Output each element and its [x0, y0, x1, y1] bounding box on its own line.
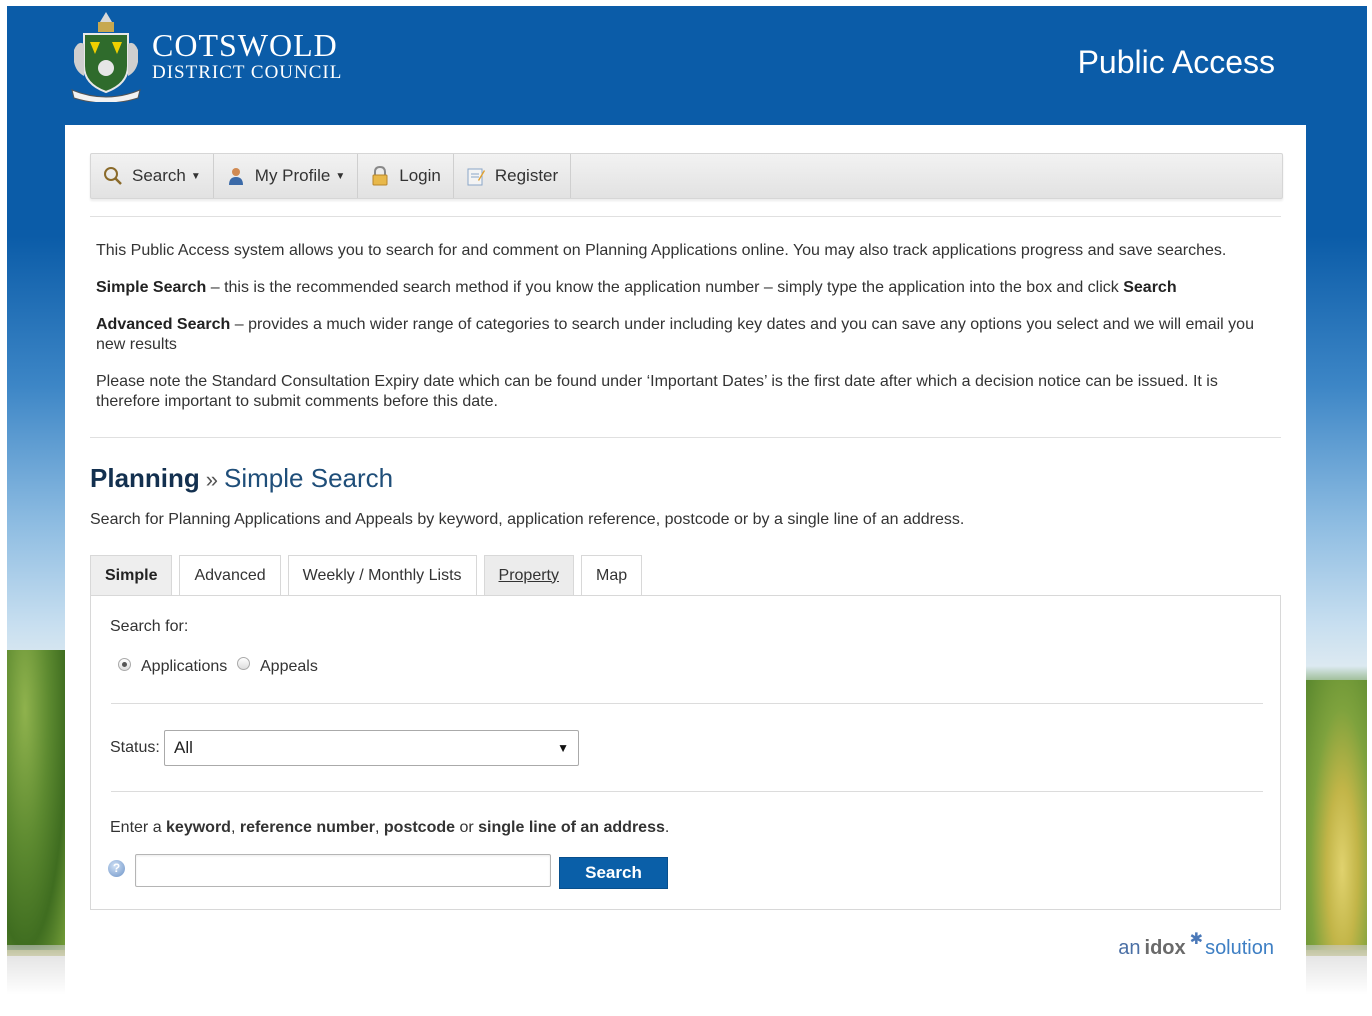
search-button[interactable]: Search	[559, 857, 668, 889]
brand-an: an	[1118, 937, 1141, 959]
intro-simple-search: Simple Search – this is the recommended …	[96, 278, 1266, 298]
divider	[90, 437, 1281, 438]
site-title: Public Access	[1077, 44, 1275, 80]
page-title: Planning» Simple Search	[90, 463, 393, 494]
tab-map[interactable]: Map	[580, 555, 643, 595]
caret-down-icon: ▼	[190, 170, 201, 182]
council-crest-icon	[70, 10, 142, 104]
divider	[111, 791, 1263, 792]
lock-icon	[372, 166, 388, 186]
nav-login-label: Login	[399, 166, 441, 185]
nav-profile-label: My Profile	[254, 166, 331, 185]
brand-idox: idox	[1144, 937, 1186, 959]
nav-register[interactable]: Register	[454, 154, 572, 198]
council-logo[interactable]: COTSWOLD DISTRICT COUNCIL	[70, 10, 343, 104]
nav-login[interactable]: Login	[358, 154, 454, 198]
search-tabs: Simple Advanced Weekly / Monthly Lists P…	[90, 555, 649, 595]
council-name-line1: COTSWOLD	[152, 27, 338, 63]
intro-text: This Public Access system allows you to …	[96, 241, 1266, 429]
search-input[interactable]	[135, 854, 551, 887]
divider	[111, 703, 1263, 704]
status-label: Status:	[110, 739, 160, 756]
council-name-line2: DISTRICT COUNCIL	[152, 62, 343, 83]
status-selected-value: All	[174, 738, 193, 757]
keyword-instructions: Enter a keyword, reference number, postc…	[110, 819, 669, 837]
advanced-search-term: Advanced Search	[96, 316, 231, 333]
tab-property[interactable]: Property	[483, 555, 574, 595]
instr-text: Enter a	[110, 819, 167, 836]
intro-paragraph: This Public Access system allows you to …	[96, 242, 1227, 259]
help-icon[interactable]: ?	[108, 860, 125, 877]
tab-advanced[interactable]: Advanced	[179, 555, 281, 595]
divider	[90, 216, 1281, 217]
tab-weekly-monthly-lists[interactable]: Weekly / Monthly Lists	[287, 555, 477, 595]
instr-text: ,	[230, 819, 240, 836]
page-description: Search for Planning Applications and App…	[90, 511, 965, 528]
search-for-label: Search for:	[110, 618, 189, 635]
simple-search-term: Simple Search	[96, 279, 207, 296]
idox-star-icon: ✱	[1189, 931, 1204, 948]
landscape-right	[1305, 680, 1367, 950]
instr-text: or	[455, 819, 479, 836]
search-term: Search	[1123, 279, 1177, 296]
breadcrumb-separator: »	[205, 467, 219, 492]
radio-applications-label[interactable]: Applications	[141, 658, 227, 676]
radio-appeals[interactable]	[237, 657, 250, 670]
register-form-icon	[467, 168, 485, 186]
magnifier-icon	[104, 167, 122, 185]
breadcrumb-planning[interactable]: Planning	[90, 463, 200, 493]
main-panel: Search ▼ My Profile ▼ Login Register Thi…	[65, 125, 1306, 1016]
brand-solution: solution	[1205, 937, 1274, 959]
radio-appeals-label[interactable]: Appeals	[260, 658, 318, 676]
caret-down-icon: ▼	[335, 170, 346, 182]
advanced-search-desc: – provides a much wider range of categor…	[96, 316, 1254, 353]
intro-advanced-search: Advanced Search – provides a much wider …	[96, 315, 1266, 355]
nav-search-menu[interactable]: Search ▼	[91, 154, 214, 198]
user-icon	[228, 168, 243, 185]
intro-consultation-note: Please note the Standard Consultation Ex…	[96, 373, 1218, 410]
instr-address: single line of an address	[478, 819, 665, 836]
instr-keyword: keyword	[166, 819, 231, 836]
simple-search-desc: – this is the recommended search method …	[206, 279, 1124, 296]
nav-register-label: Register	[494, 166, 559, 185]
landscape-left	[7, 650, 67, 950]
top-navbar: Search ▼ My Profile ▼ Login Register	[90, 153, 1283, 199]
nav-search-label: Search	[132, 166, 186, 185]
instr-postcode: postcode	[383, 819, 456, 836]
tab-simple[interactable]: Simple	[90, 555, 173, 595]
instr-reference: reference number	[239, 819, 376, 836]
dropdown-arrow-icon: ▼	[557, 741, 569, 755]
status-select[interactable]: All ▼	[164, 730, 579, 766]
idox-brand[interactable]: an idox ✱ solution	[1118, 931, 1274, 960]
nav-profile-menu[interactable]: My Profile ▼	[214, 154, 359, 198]
breadcrumb-current: Simple Search	[224, 463, 394, 493]
radio-applications[interactable]	[118, 658, 131, 671]
instr-text: ,	[375, 819, 384, 836]
simple-search-form: Search for: Applications Appeals Status:…	[90, 595, 1281, 910]
instr-text: .	[664, 819, 670, 836]
